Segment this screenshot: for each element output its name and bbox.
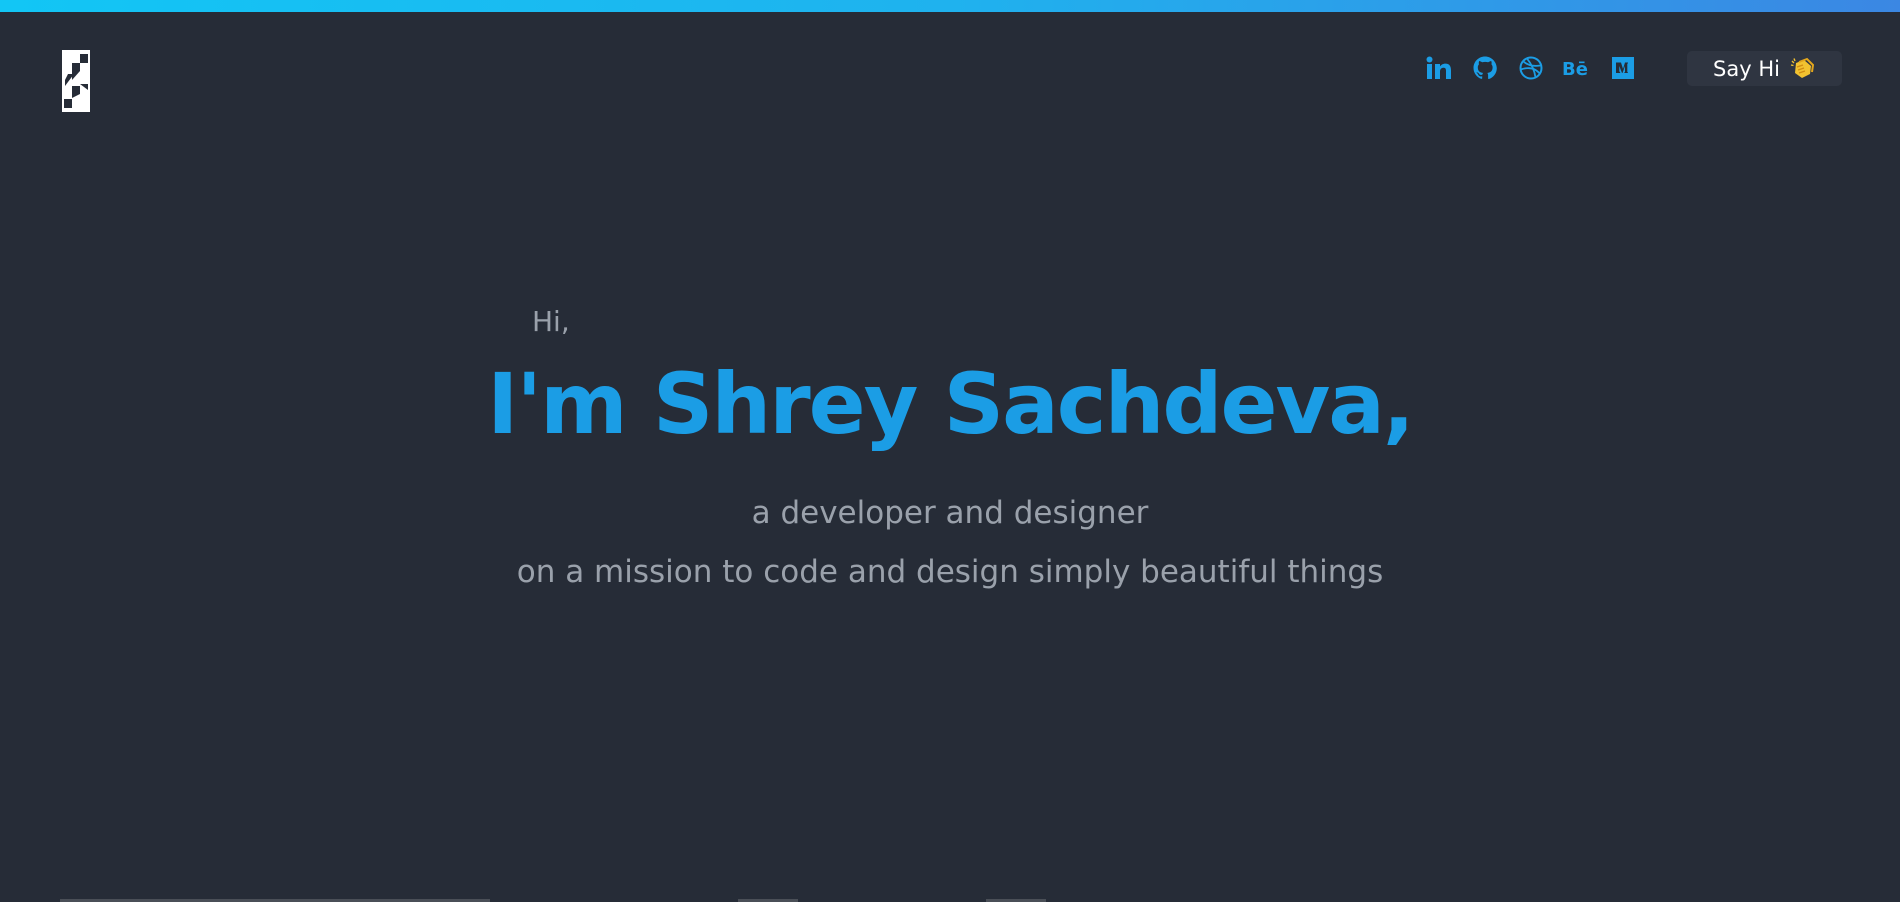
hero-headline: I'm Shrey Sachdeva, <box>487 355 1415 453</box>
tagline-mission: on a mission to code and design simply b… <box>516 554 1384 590</box>
page: Bē Say Hi Hi, I'm Shrey Sachdeva, a deve… <box>0 0 1900 902</box>
tagline-role: a developer and designer <box>751 495 1149 531</box>
greeting-text: Hi, <box>532 305 570 338</box>
hero-section: Hi, I'm Shrey Sachdeva, a developer and … <box>0 0 1900 902</box>
